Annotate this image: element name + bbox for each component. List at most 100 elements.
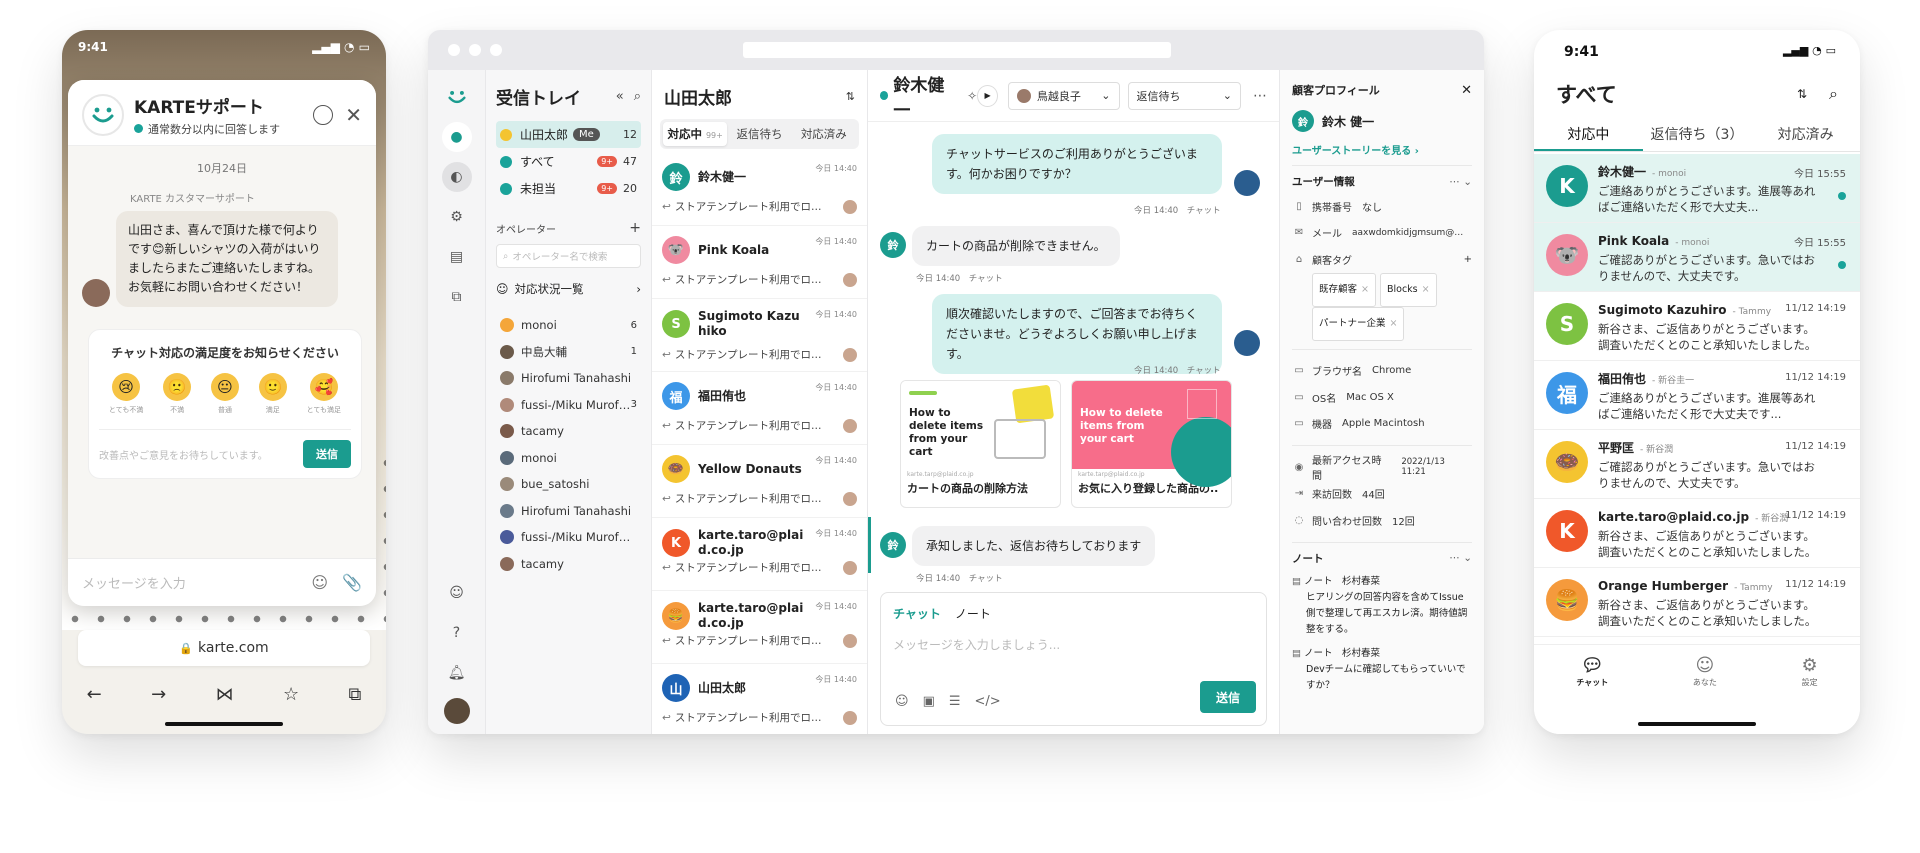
more-icon[interactable]: ⋯ ⌄	[1449, 552, 1472, 564]
customer-tag[interactable]: 既存顧客 ×	[1312, 272, 1376, 307]
close-icon[interactable]: ✕	[1461, 83, 1472, 98]
add-tag-icon[interactable]: +	[1464, 254, 1472, 265]
tabs-icon[interactable]: ⧉	[348, 684, 361, 705]
pin-icon[interactable]: ✧	[967, 89, 977, 103]
search-icon[interactable]: ⌕	[634, 89, 641, 104]
message-input[interactable]: メッセージを入力	[82, 573, 311, 592]
remove-tag-icon[interactable]: ×	[1361, 284, 1369, 295]
operator-row[interactable]: monoi	[496, 445, 641, 472]
operator-row[interactable]: fussi-/Miku Murofushi	[496, 524, 641, 551]
operator-row[interactable]: 中島大輔 1	[496, 339, 641, 366]
emoji-icon[interactable]: ☺	[895, 694, 909, 709]
conversation-item[interactable]: 福福田侑也 - 新谷圭一 ご連絡ありがとうございます。進展等あればご連絡いただく形で…	[1534, 361, 1860, 430]
send-button[interactable]: 送信	[1200, 681, 1256, 713]
conversation-item[interactable]: 福福田侑也 今日 14:40 ↩ ストアテンプレート利用でログ...	[652, 372, 867, 445]
emoji-option[interactable]: 🥰 とても満足	[307, 373, 341, 415]
more-icon[interactable]: ⋯	[1253, 88, 1267, 104]
sort-icon[interactable]: ⇅	[846, 90, 855, 103]
inbox-icon[interactable]: ◐	[441, 162, 472, 192]
notification-face-icon[interactable]: ☺	[442, 578, 472, 608]
operator-row[interactable]: fussi-/Miku Murofus.. 3	[496, 392, 641, 419]
composer-tab-chat[interactable]: チャット	[893, 605, 941, 622]
sort-icon[interactable]: ⇅	[1797, 87, 1807, 101]
conversation-item[interactable]: Kkarte.taro@plaid.co.jp - 新谷潤 新谷さま、ご返信ありがと…	[1534, 499, 1860, 568]
browser-url-bar[interactable]	[743, 42, 1171, 58]
close-icon[interactable]: ✕	[345, 105, 362, 125]
address-bar[interactable]: 🔒 karte.com	[78, 630, 370, 666]
nav-item-3[interactable]: ⚙ 設定	[1802, 655, 1818, 734]
help-icon[interactable]: ?	[442, 618, 472, 648]
conversation-item[interactable]: 🍩 Yellow Donauts 今日 14:40 ↩ ストアテンプレート利用でログ..…	[652, 445, 867, 518]
status-select[interactable]: 返信待ち ⌄	[1127, 81, 1241, 110]
collapse-icon[interactable]: «	[616, 89, 624, 104]
conversation-item[interactable]: 🍔 Orange Humberger - Tammy 新谷さま、ご返信ありがとうござい…	[1534, 568, 1860, 637]
tab-3[interactable]: 対応済み	[1751, 124, 1860, 151]
template-icon[interactable]: ☰	[949, 694, 961, 709]
karte-logo-icon[interactable]	[442, 82, 472, 112]
operator-row[interactable]: Hirofumi Tanahashi	[496, 498, 641, 525]
emoji-option[interactable]: 😐 普通	[210, 373, 239, 415]
emoji-icon[interactable]: ☺	[311, 573, 328, 592]
assignee-select[interactable]: 鳥越良子 ⌄	[1007, 81, 1120, 110]
nav-item-1[interactable]: 💬︎ チャット	[1576, 655, 1608, 734]
inbox-row[interactable]: 未担当 9+ 20	[496, 175, 641, 202]
user-story-link[interactable]: ユーザーストーリーを見る ›	[1292, 142, 1472, 157]
add-operator-icon[interactable]: +	[629, 220, 641, 236]
play-icon[interactable]: ▶	[977, 84, 998, 107]
tab-2[interactable]: 返信待ち（3）	[1643, 124, 1752, 151]
attach-icon[interactable]: 📎	[342, 573, 362, 592]
chat-icon[interactable]: ●	[441, 122, 472, 152]
tab-1[interactable]: 対応中 99+	[663, 122, 728, 146]
conversation-item[interactable]: 山山田太郎 今日 14:40 ↩ ストアテンプレート利用でログ...	[652, 664, 867, 734]
article-card[interactable]: How to delete items from your cart karte…	[900, 380, 1061, 508]
tab-2[interactable]: 返信待ち	[727, 122, 791, 146]
inbox-row[interactable]: すべて 9+ 47	[496, 148, 641, 175]
emoji-option[interactable]: 😢 とても不満	[109, 373, 143, 415]
remove-tag-icon[interactable]: ×	[1390, 318, 1398, 329]
conversation-item[interactable]: Kkarte.taro@plaid.co.jp 今日 14:40 ↩ ストアテンプレー…	[652, 518, 867, 591]
bell-icon[interactable]: 🔔︎	[442, 658, 472, 688]
forward-icon[interactable]: →	[151, 684, 166, 705]
search-icon[interactable]: ⌕	[1829, 84, 1838, 104]
operator-row[interactable]: Hirofumi Tanahashi	[496, 365, 641, 392]
settings-icon[interactable]: ⚙	[442, 202, 472, 232]
conversation-item[interactable]: 鈴鈴木健一 今日 14:40 ↩ ストアテンプレート利用でログ...	[652, 153, 867, 226]
tab-3[interactable]: 対応済み	[792, 122, 856, 146]
status-list-link[interactable]: ☺ 対応状況一覧 ›	[496, 278, 641, 300]
conversation-item[interactable]: 🍩 平野匡 - 新谷潤 ご確認ありがとうございます。急いではおりませんので、大丈夫です…	[1534, 430, 1860, 499]
remove-tag-icon[interactable]: ×	[1422, 284, 1430, 295]
conversation-item[interactable]: 🐨 Pink Koala - monoi ご確認ありがとうございます。急いではおりませ…	[1534, 223, 1860, 292]
flow-icon[interactable]: ⧉	[442, 282, 472, 312]
conversation-item[interactable]: 🐨 Pink Koala 今日 14:40 ↩ ストアテンプレート利用でログ...	[652, 226, 867, 299]
inbox-row[interactable]: 山田太郎 Me 12	[496, 121, 641, 148]
operator-row[interactable]: tacamy	[496, 418, 641, 445]
article-card[interactable]: How to delete items from your cart karte…	[1071, 380, 1232, 508]
back-icon[interactable]: ←	[87, 684, 102, 705]
feedback-input[interactable]: 改善点やご意見をお待ちしています。	[99, 447, 303, 462]
more-icon[interactable]: ⋯ ⌄	[1449, 176, 1472, 188]
operator-row[interactable]: bue_satoshi	[496, 471, 641, 498]
survey-send-button[interactable]: 送信	[303, 440, 351, 468]
tab-1[interactable]: 対応中	[1534, 124, 1643, 151]
window-dot-icon[interactable]	[490, 44, 502, 56]
operator-row[interactable]: tacamy	[496, 551, 641, 578]
code-icon[interactable]: </>	[975, 694, 1001, 709]
operator-search-input[interactable]: ⌕ オペレーター名で検索	[496, 244, 641, 268]
customer-tag[interactable]: Blocks ×	[1379, 272, 1437, 307]
composer-input[interactable]: メッセージを入力しましょう...	[893, 636, 1254, 653]
emoji-option[interactable]: 🙁 不満	[163, 373, 192, 415]
bookmark-icon[interactable]: ☆	[283, 684, 299, 705]
conversation-item[interactable]: S Sugimoto Kazuhiko 今日 14:40 ↩ ストアテンプレート利用でロ…	[652, 299, 867, 372]
user-avatar[interactable]	[443, 698, 470, 724]
window-dot-icon[interactable]	[448, 44, 460, 56]
conversation-item[interactable]: 🍔 karte.taro@plaid.co.jp 今日 14:40 ↩ ストアテンプレー…	[652, 591, 867, 664]
window-dot-icon[interactable]	[469, 44, 481, 56]
customer-tag[interactable]: パートナー企業 ×	[1312, 306, 1405, 341]
conversation-item[interactable]: S Sugimoto Kazuhiro - Tammy 新谷さま、ご返信ありがとうござ…	[1534, 292, 1860, 361]
share-icon[interactable]: ⋈	[216, 684, 234, 705]
conversation-item[interactable]: K 鈴木健一 - monoi ご連絡ありがとうございます。進展等あればご連絡いただく形…	[1534, 154, 1860, 223]
emoji-option[interactable]: 🙂 満足	[258, 373, 287, 415]
image-icon[interactable]: ▣	[923, 694, 935, 709]
contact-card-icon[interactable]: ▤	[442, 242, 472, 272]
composer-tab-note[interactable]: ノート	[955, 605, 991, 622]
